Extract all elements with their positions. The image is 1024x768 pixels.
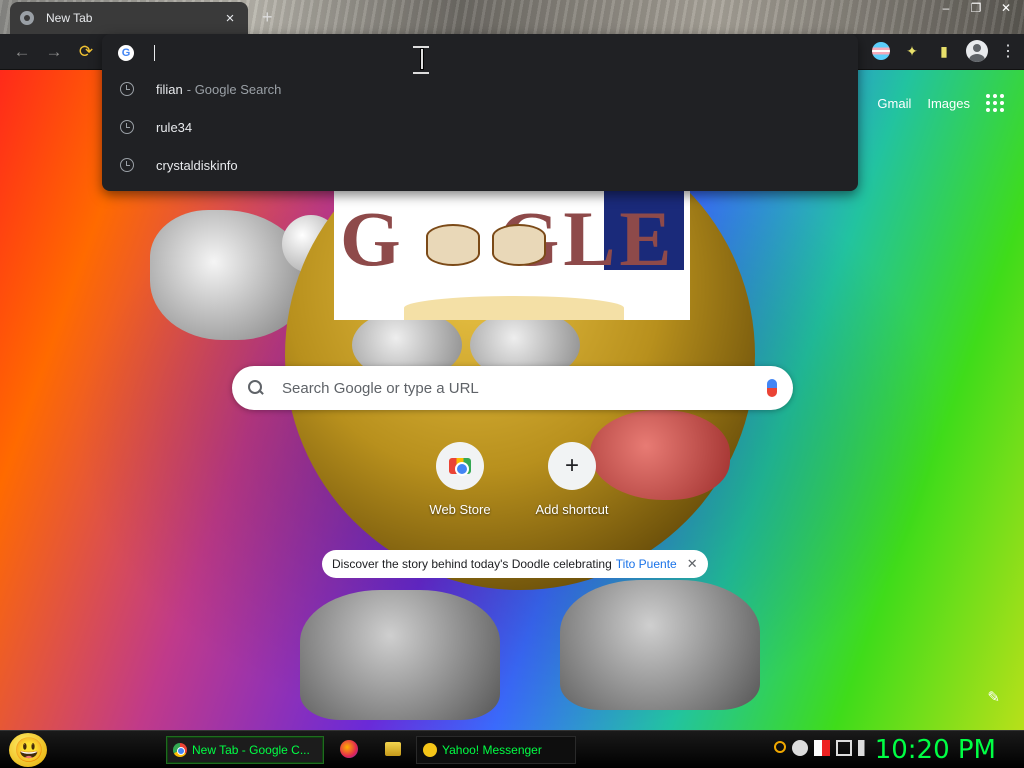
chrome-tab-icon <box>20 11 34 25</box>
browser-menu-button[interactable]: ⋮ <box>1000 41 1016 61</box>
web-store-tile[interactable] <box>436 442 484 490</box>
reload-button[interactable]: ⟳ <box>76 42 96 62</box>
messenger-smiley-icon <box>423 743 437 757</box>
title-bar: New Tab × + – ❐ ✕ <box>0 0 1024 34</box>
taskbar-clock[interactable]: 10:20 PM <box>875 735 996 765</box>
profile-avatar-icon[interactable] <box>966 40 988 62</box>
taskbar-item-chrome[interactable]: New Tab - Google C... <box>166 736 324 764</box>
taskbar-item-label: New Tab - Google C... <box>192 743 310 757</box>
suggestion-item[interactable]: crystaldiskinfo <box>102 146 858 184</box>
suggestion-item[interactable]: rule34 <box>102 108 858 146</box>
doodle-ground <box>404 296 624 320</box>
maximize-button[interactable]: ❐ <box>964 0 988 18</box>
google-doodle[interactable]: G GLE <box>334 190 690 320</box>
suggestion-text: rule34 <box>156 119 193 135</box>
suggestion-item[interactable]: filian - Google Search <box>102 70 858 108</box>
taskbar-item-label: Yahoo! Messenger <box>442 743 542 757</box>
system-tray <box>774 740 874 756</box>
tray-flag-icon[interactable] <box>814 740 830 756</box>
text-cursor-icon <box>410 46 432 74</box>
side-panel-icon[interactable]: ▮ <box>934 41 954 61</box>
web-store-icon <box>449 458 471 476</box>
forward-button[interactable]: → <box>44 42 64 62</box>
minimize-button[interactable]: – <box>934 0 958 18</box>
doodle-promo: Discover the story behind today's Doodle… <box>322 550 708 578</box>
text-caret <box>154 45 155 61</box>
history-clock-icon <box>120 82 134 96</box>
firefox-icon[interactable] <box>340 740 358 758</box>
tray-network-icon[interactable] <box>836 740 852 756</box>
shortcut-label: Web Store <box>429 502 491 517</box>
background-shoe-right <box>560 580 760 710</box>
promo-text: Discover the story behind today's Doodle… <box>332 557 612 571</box>
plus-icon: + <box>564 452 579 479</box>
back-button[interactable]: ← <box>12 42 32 62</box>
omnibox-dropdown: G filian - Google Search rule34 crystald… <box>102 34 858 191</box>
toolbar-actions: ✦ ▮ ⋮ <box>872 40 1016 62</box>
tray-volume-icon[interactable] <box>858 740 874 756</box>
search-icon <box>248 380 264 396</box>
omnibox-input-row[interactable]: G <box>102 34 858 72</box>
tray-search-icon[interactable] <box>774 741 786 753</box>
search-input[interactable] <box>282 379 767 397</box>
gmail-link[interactable]: Gmail <box>877 96 911 111</box>
tab-close-icon[interactable]: × <box>222 10 238 27</box>
background-shoe-left <box>300 590 500 720</box>
doodle-drum-right <box>492 224 546 266</box>
suggestion-text: crystaldiskinfo <box>156 157 238 173</box>
google-bar: Gmail Images <box>877 94 1004 112</box>
add-shortcut-tile[interactable]: + <box>548 442 596 490</box>
promo-link[interactable]: Tito Puente <box>616 557 677 571</box>
suggestion-text: filian <box>156 81 183 97</box>
tab-title: New Tab <box>46 11 93 25</box>
tray-emoji-icon[interactable] <box>792 740 808 756</box>
voice-search-icon[interactable] <box>767 379 777 397</box>
history-clock-icon <box>120 158 134 172</box>
chrome-icon <box>173 743 187 757</box>
shortcuts: Web Store + Add shortcut <box>412 442 620 517</box>
close-window-button[interactable]: ✕ <box>994 0 1018 18</box>
doodle-drum-left <box>426 224 480 266</box>
google-apps-icon[interactable] <box>986 94 1004 112</box>
taskbar-item-messenger[interactable]: Yahoo! Messenger <box>416 736 576 764</box>
folder-icon[interactable] <box>385 742 401 756</box>
shortcut-web-store[interactable]: Web Store <box>412 442 508 517</box>
tab-new-tab[interactable]: New Tab × <box>10 2 248 34</box>
search-box[interactable] <box>232 366 793 410</box>
start-button-smiley-icon[interactable] <box>9 733 47 767</box>
shortcut-label: Add shortcut <box>535 502 609 517</box>
window-controls: – ❐ ✕ <box>934 0 1018 18</box>
shortcut-add[interactable]: + Add shortcut <box>524 442 620 517</box>
taskbar: New Tab - Google C... Yahoo! Messenger 1… <box>0 730 1024 768</box>
promo-close-icon[interactable]: ✕ <box>687 556 698 572</box>
history-clock-icon <box>120 120 134 134</box>
extension-flag-icon[interactable] <box>872 42 890 60</box>
customize-pencil-icon[interactable]: ✎ <box>987 688 1000 706</box>
suggestion-suffix: - Google Search <box>186 81 282 97</box>
google-g-icon: G <box>118 45 134 61</box>
images-link[interactable]: Images <box>927 96 970 111</box>
extensions-puzzle-icon[interactable]: ✦ <box>902 41 922 61</box>
new-tab-button[interactable]: + <box>262 7 273 28</box>
